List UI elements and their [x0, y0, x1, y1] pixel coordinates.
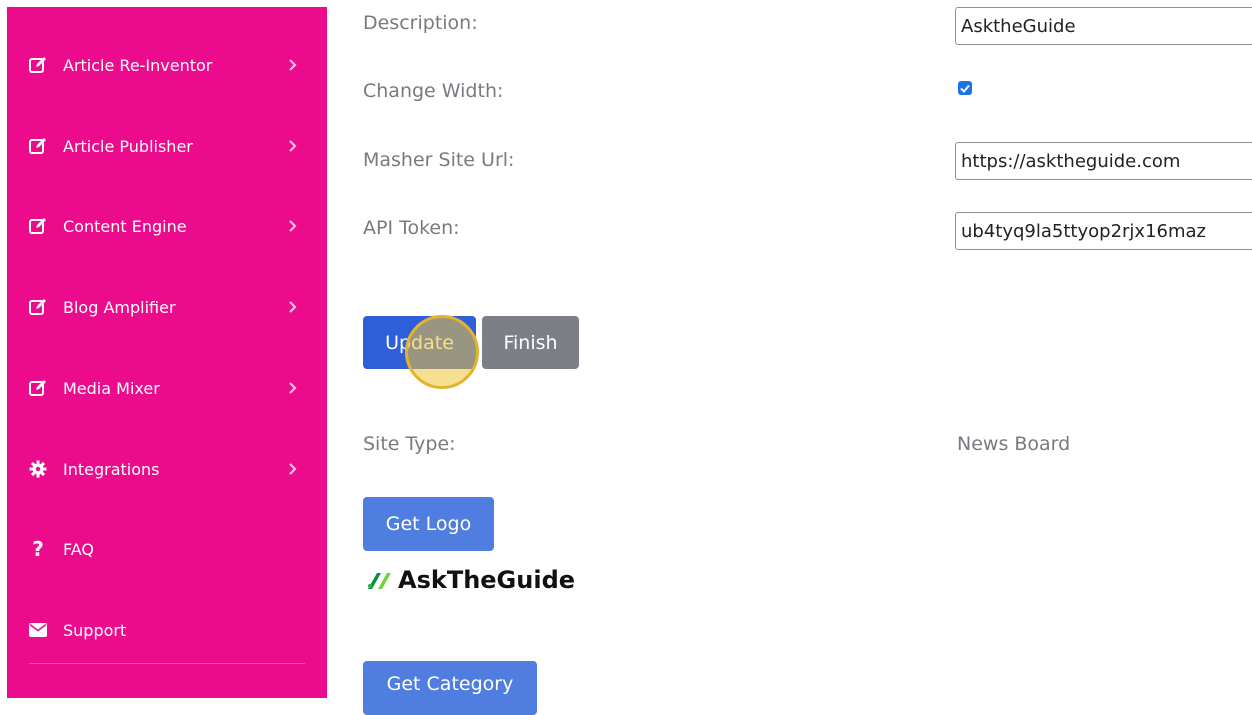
sidebar-item-blog-amplifier[interactable]: Blog Amplifier [7, 287, 327, 327]
site-type-label: Site Type: [363, 433, 456, 455]
sidebar-item-integrations[interactable]: Integrations [7, 449, 327, 489]
edit-icon [28, 297, 48, 317]
get-category-button[interactable]: Get Category [363, 661, 537, 715]
check-icon [960, 84, 970, 93]
site-logo: AskTheGuide [366, 565, 575, 595]
sidebar: Article Re-Inventor Article Publisher Co… [7, 7, 327, 698]
sidebar-item-article-re-inventor[interactable]: Article Re-Inventor [7, 45, 327, 85]
logo-mark-icon [367, 573, 391, 589]
api-token-input[interactable] [955, 212, 1252, 250]
change-width-checkbox[interactable] [958, 81, 972, 95]
envelope-icon [28, 620, 48, 640]
sidebar-item-label: Article Re-Inventor [63, 55, 213, 75]
chevron-right-icon [285, 461, 301, 477]
sidebar-item-label: Media Mixer [63, 378, 160, 398]
masher-url-input[interactable] [955, 142, 1252, 180]
sidebar-item-label: FAQ [63, 539, 94, 559]
sidebar-item-label: Blog Amplifier [63, 297, 176, 317]
description-input[interactable] [955, 7, 1252, 45]
masher-url-label: Masher Site Url: [363, 149, 515, 171]
edit-icon [28, 55, 48, 75]
question-icon: ? [32, 537, 44, 561]
edit-icon [28, 216, 48, 236]
edit-icon [28, 378, 48, 398]
chevron-right-icon [285, 380, 301, 396]
get-category-label: Get Category [386, 673, 514, 695]
sidebar-item-label: Support [63, 620, 127, 640]
finish-button[interactable]: Finish [482, 316, 579, 369]
edit-icon [28, 136, 48, 156]
chevron-right-icon [285, 138, 301, 154]
api-token-label: API Token: [363, 217, 460, 239]
chevron-right-icon [285, 218, 301, 234]
sidebar-item-faq[interactable]: ? FAQ [7, 529, 327, 569]
sidebar-item-label: Article Publisher [63, 136, 193, 156]
chevron-right-icon [285, 57, 301, 73]
description-label: Description: [363, 12, 478, 34]
sidebar-divider [29, 663, 305, 664]
sidebar-item-article-publisher[interactable]: Article Publisher [7, 126, 327, 166]
sidebar-item-content-engine[interactable]: Content Engine [7, 206, 327, 246]
sidebar-item-support[interactable]: Support [7, 610, 327, 650]
gear-icon [28, 459, 48, 479]
sidebar-item-label: Integrations [63, 459, 160, 479]
chevron-right-icon [285, 299, 301, 315]
logo-text: AskTheGuide [398, 566, 576, 594]
sidebar-item-media-mixer[interactable]: Media Mixer [7, 368, 327, 408]
get-logo-button[interactable]: Get Logo [363, 497, 494, 551]
site-type-value: News Board [957, 433, 1071, 455]
change-width-label: Change Width: [363, 80, 504, 102]
sidebar-item-label: Content Engine [63, 216, 187, 236]
update-button[interactable]: Update [363, 316, 476, 369]
